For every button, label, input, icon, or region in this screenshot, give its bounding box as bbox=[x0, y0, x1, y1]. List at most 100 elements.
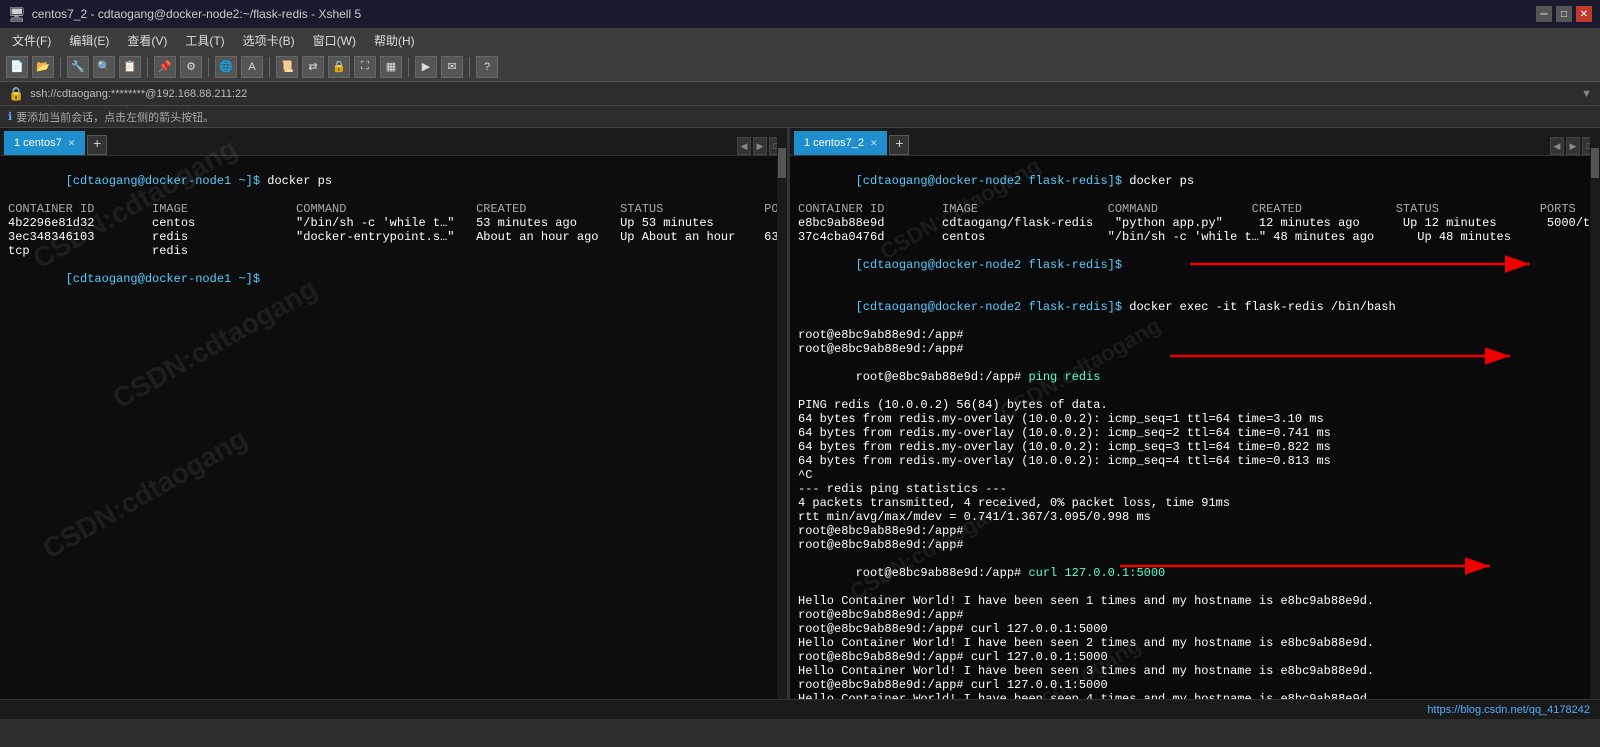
status-url: https://blog.csdn.net/qq_4178242 bbox=[1427, 704, 1590, 716]
r-ping-1: 64 bytes from redis.my-overlay (10.0.0.2… bbox=[798, 412, 1592, 426]
r-ping-header: PING redis (10.0.0.2) 56(84) bytes of da… bbox=[798, 398, 1592, 412]
left-line-row2: 3ec348346103 redis "docker-entrypoint.s…… bbox=[8, 230, 779, 244]
r-hello3: Hello Container World! I have been seen … bbox=[798, 664, 1592, 678]
left-line-prompt: [cdtaogang@docker-node1 ~]$ bbox=[8, 258, 779, 300]
r-line-header: CONTAINER ID IMAGE COMMAND CREATED STATU… bbox=[798, 202, 1592, 216]
r-hello2: Hello Container World! I have been seen … bbox=[798, 636, 1592, 650]
left-scroll-thumb[interactable] bbox=[778, 148, 786, 178]
right-tab-prev[interactable]: ◀ bbox=[1550, 137, 1564, 155]
r-line-bash1: root@e8bc9ab88e9d:/app# bbox=[798, 328, 1592, 342]
r-ping-3: 64 bytes from redis.my-overlay (10.0.0.2… bbox=[798, 440, 1592, 454]
right-tab-bar: 1 centos7_2 ✕ + ◀ ▶ □ bbox=[790, 128, 1600, 156]
info-icon: ℹ bbox=[8, 110, 12, 123]
toolbar-sep-3 bbox=[208, 57, 209, 77]
dropdown-arrow[interactable]: ▼ bbox=[1581, 88, 1592, 100]
left-line-header: CONTAINER ID IMAGE COMMAND CREATED STATU… bbox=[8, 202, 779, 216]
r-ping-transmitted: 4 packets transmitted, 4 received, 0% pa… bbox=[798, 496, 1592, 510]
r-ping-rtt: rtt min/avg/max/mdev = 0.741/1.367/3.095… bbox=[798, 510, 1592, 524]
toolbar-connect[interactable]: 🔧 bbox=[67, 56, 89, 78]
menu-tabs[interactable]: 选项卡(B) bbox=[235, 30, 303, 51]
r-ping-stats: --- redis ping statistics --- bbox=[798, 482, 1592, 496]
toolbar-search[interactable]: 🔍 bbox=[93, 56, 115, 78]
toolbar-sep-2 bbox=[147, 57, 148, 77]
right-tab-add[interactable]: + bbox=[889, 135, 909, 155]
r-hello1: Hello Container World! I have been seen … bbox=[798, 594, 1592, 608]
left-tab-close[interactable]: ✕ bbox=[68, 138, 76, 149]
r-line-r2: 37c4cba0476d centos "/bin/sh -c 'while t… bbox=[798, 230, 1592, 244]
menu-help[interactable]: 帮助(H) bbox=[366, 30, 423, 51]
toolbar-help[interactable]: ? bbox=[476, 56, 498, 78]
right-scroll-thumb[interactable] bbox=[1591, 148, 1599, 178]
title-bar: 🖥 centos7_2 - cdtaogang@docker-node2:~/f… bbox=[0, 0, 1600, 28]
r-curl3-cmd: root@e8bc9ab88e9d:/app# curl 127.0.0.1:5… bbox=[798, 650, 1592, 664]
right-tab-close[interactable]: ✕ bbox=[870, 138, 878, 149]
toolbar-paste[interactable]: 📌 bbox=[154, 56, 176, 78]
app-icon: 🖥 bbox=[8, 6, 26, 23]
menu-tools[interactable]: 工具(T) bbox=[177, 30, 232, 51]
window-title: centos7_2 - cdtaogang@docker-node2:~/fla… bbox=[32, 7, 361, 21]
right-tab-centos7-2[interactable]: 1 centos7_2 ✕ bbox=[794, 131, 887, 155]
toolbar-script[interactable]: 📜 bbox=[276, 56, 298, 78]
toolbar-copy[interactable]: 📋 bbox=[119, 56, 141, 78]
r-bash3: root@e8bc9ab88e9d:/app# bbox=[798, 524, 1592, 538]
toolbar-new[interactable]: 📄 bbox=[6, 56, 28, 78]
left-line-row2b: tcp redis bbox=[8, 244, 779, 258]
toolbar-compose[interactable]: ✉ bbox=[441, 56, 463, 78]
toolbar-sep-4 bbox=[269, 57, 270, 77]
left-line-row1: 4b2296e81d32 centos "/bin/sh -c 'while t… bbox=[8, 216, 779, 230]
status-bar: https://blog.csdn.net/qq_4178242 bbox=[0, 699, 1600, 719]
toolbar-open[interactable]: 📂 bbox=[32, 56, 54, 78]
left-tab-add[interactable]: + bbox=[87, 135, 107, 155]
r-line-p2: [cdtaogang@docker-node2 flask-redis]$ do… bbox=[798, 286, 1592, 328]
toolbar-font[interactable]: A bbox=[241, 56, 263, 78]
restore-button[interactable]: □ bbox=[1556, 6, 1572, 22]
r-bash5: root@e8bc9ab88e9d:/app# bbox=[798, 608, 1592, 622]
split-terminal-area: 1 centos7 ✕ + ◀ ▶ □ CSDN:cdtaogang CSDN:… bbox=[0, 128, 1600, 699]
toolbar-sep-1 bbox=[60, 57, 61, 77]
toolbar-expand[interactable]: ⛶ bbox=[354, 56, 376, 78]
r-ping-ctrl: ^C bbox=[798, 468, 1592, 482]
left-terminal-pane: 1 centos7 ✕ + ◀ ▶ □ CSDN:cdtaogang CSDN:… bbox=[0, 128, 790, 699]
toolbar-globe[interactable]: 🌐 bbox=[215, 56, 237, 78]
lock-icon: 🔒 bbox=[8, 86, 24, 102]
left-line-1: [cdtaogang@docker-node1 ~]$ docker ps bbox=[8, 160, 779, 202]
info-text: 要添加当前会话，点击左侧的箭头按钮。 bbox=[16, 109, 214, 125]
close-button[interactable]: ✕ bbox=[1576, 6, 1592, 22]
menu-bar: 文件(F) 编辑(E) 查看(V) 工具(T) 选项卡(B) 窗口(W) 帮助(… bbox=[0, 28, 1600, 52]
menu-view[interactable]: 查看(V) bbox=[119, 30, 175, 51]
toolbar-sep-5 bbox=[408, 57, 409, 77]
r-ping-4: 64 bytes from redis.my-overlay (10.0.0.2… bbox=[798, 454, 1592, 468]
menu-file[interactable]: 文件(F) bbox=[4, 30, 59, 51]
menu-edit[interactable]: 编辑(E) bbox=[61, 30, 117, 51]
r-line-bash2: root@e8bc9ab88e9d:/app# bbox=[798, 342, 1592, 356]
right-scrollbar[interactable] bbox=[1590, 128, 1600, 699]
right-terminal-pane: 1 centos7_2 ✕ + ◀ ▶ □ CSDN:cdtaogang CSD… bbox=[790, 128, 1600, 699]
toolbar-sep-6 bbox=[469, 57, 470, 77]
left-scrollbar[interactable] bbox=[777, 128, 787, 699]
r-curl4-cmd: root@e8bc9ab88e9d:/app# curl 127.0.0.1:5… bbox=[798, 678, 1592, 692]
r-curl2-cmd: root@e8bc9ab88e9d:/app# curl 127.0.0.1:5… bbox=[798, 622, 1592, 636]
minimize-button[interactable]: ─ bbox=[1536, 6, 1552, 22]
right-tab-label: 1 centos7_2 bbox=[804, 137, 864, 149]
left-tab-bar: 1 centos7 ✕ + ◀ ▶ □ bbox=[0, 128, 787, 156]
toolbar-settings[interactable]: ⚙ bbox=[180, 56, 202, 78]
menu-window[interactable]: 窗口(W) bbox=[305, 30, 364, 51]
left-tab-next[interactable]: ▶ bbox=[753, 137, 767, 155]
left-tab-prev[interactable]: ◀ bbox=[737, 137, 751, 155]
connection-bar: 🔒 ssh://cdtaogang:********@192.168.88.21… bbox=[0, 82, 1600, 106]
r-line-ping: root@e8bc9ab88e9d:/app# ping redis bbox=[798, 356, 1592, 398]
toolbar-forward[interactable]: ▶ bbox=[415, 56, 437, 78]
r-curl1-cmd: root@e8bc9ab88e9d:/app# curl 127.0.0.1:5… bbox=[798, 552, 1592, 594]
r-line-r1: e8bc9ab88e9d cdtaogang/flask-redis "pyth… bbox=[798, 216, 1592, 230]
left-terminal-content: CSDN:cdtaogang CSDN:cdtaogang CSDN:cdtao… bbox=[0, 156, 787, 699]
r-bash4: root@e8bc9ab88e9d:/app# bbox=[798, 538, 1592, 552]
left-tab-centos7[interactable]: 1 centos7 ✕ bbox=[4, 131, 85, 155]
r-hello4: Hello Container World! I have been seen … bbox=[798, 692, 1592, 699]
right-tab-next[interactable]: ▶ bbox=[1566, 137, 1580, 155]
toolbar-transfer[interactable]: ⇄ bbox=[302, 56, 324, 78]
r-ping-2: 64 bytes from redis.my-overlay (10.0.0.2… bbox=[798, 426, 1592, 440]
toolbar-grid[interactable]: ▦ bbox=[380, 56, 402, 78]
r-line-1: [cdtaogang@docker-node2 flask-redis]$ do… bbox=[798, 160, 1592, 202]
toolbar: 📄 📂 🔧 🔍 📋 📌 ⚙ 🌐 A 📜 ⇄ 🔒 ⛶ ▦ ▶ ✉ ? bbox=[0, 52, 1600, 82]
toolbar-lock[interactable]: 🔒 bbox=[328, 56, 350, 78]
